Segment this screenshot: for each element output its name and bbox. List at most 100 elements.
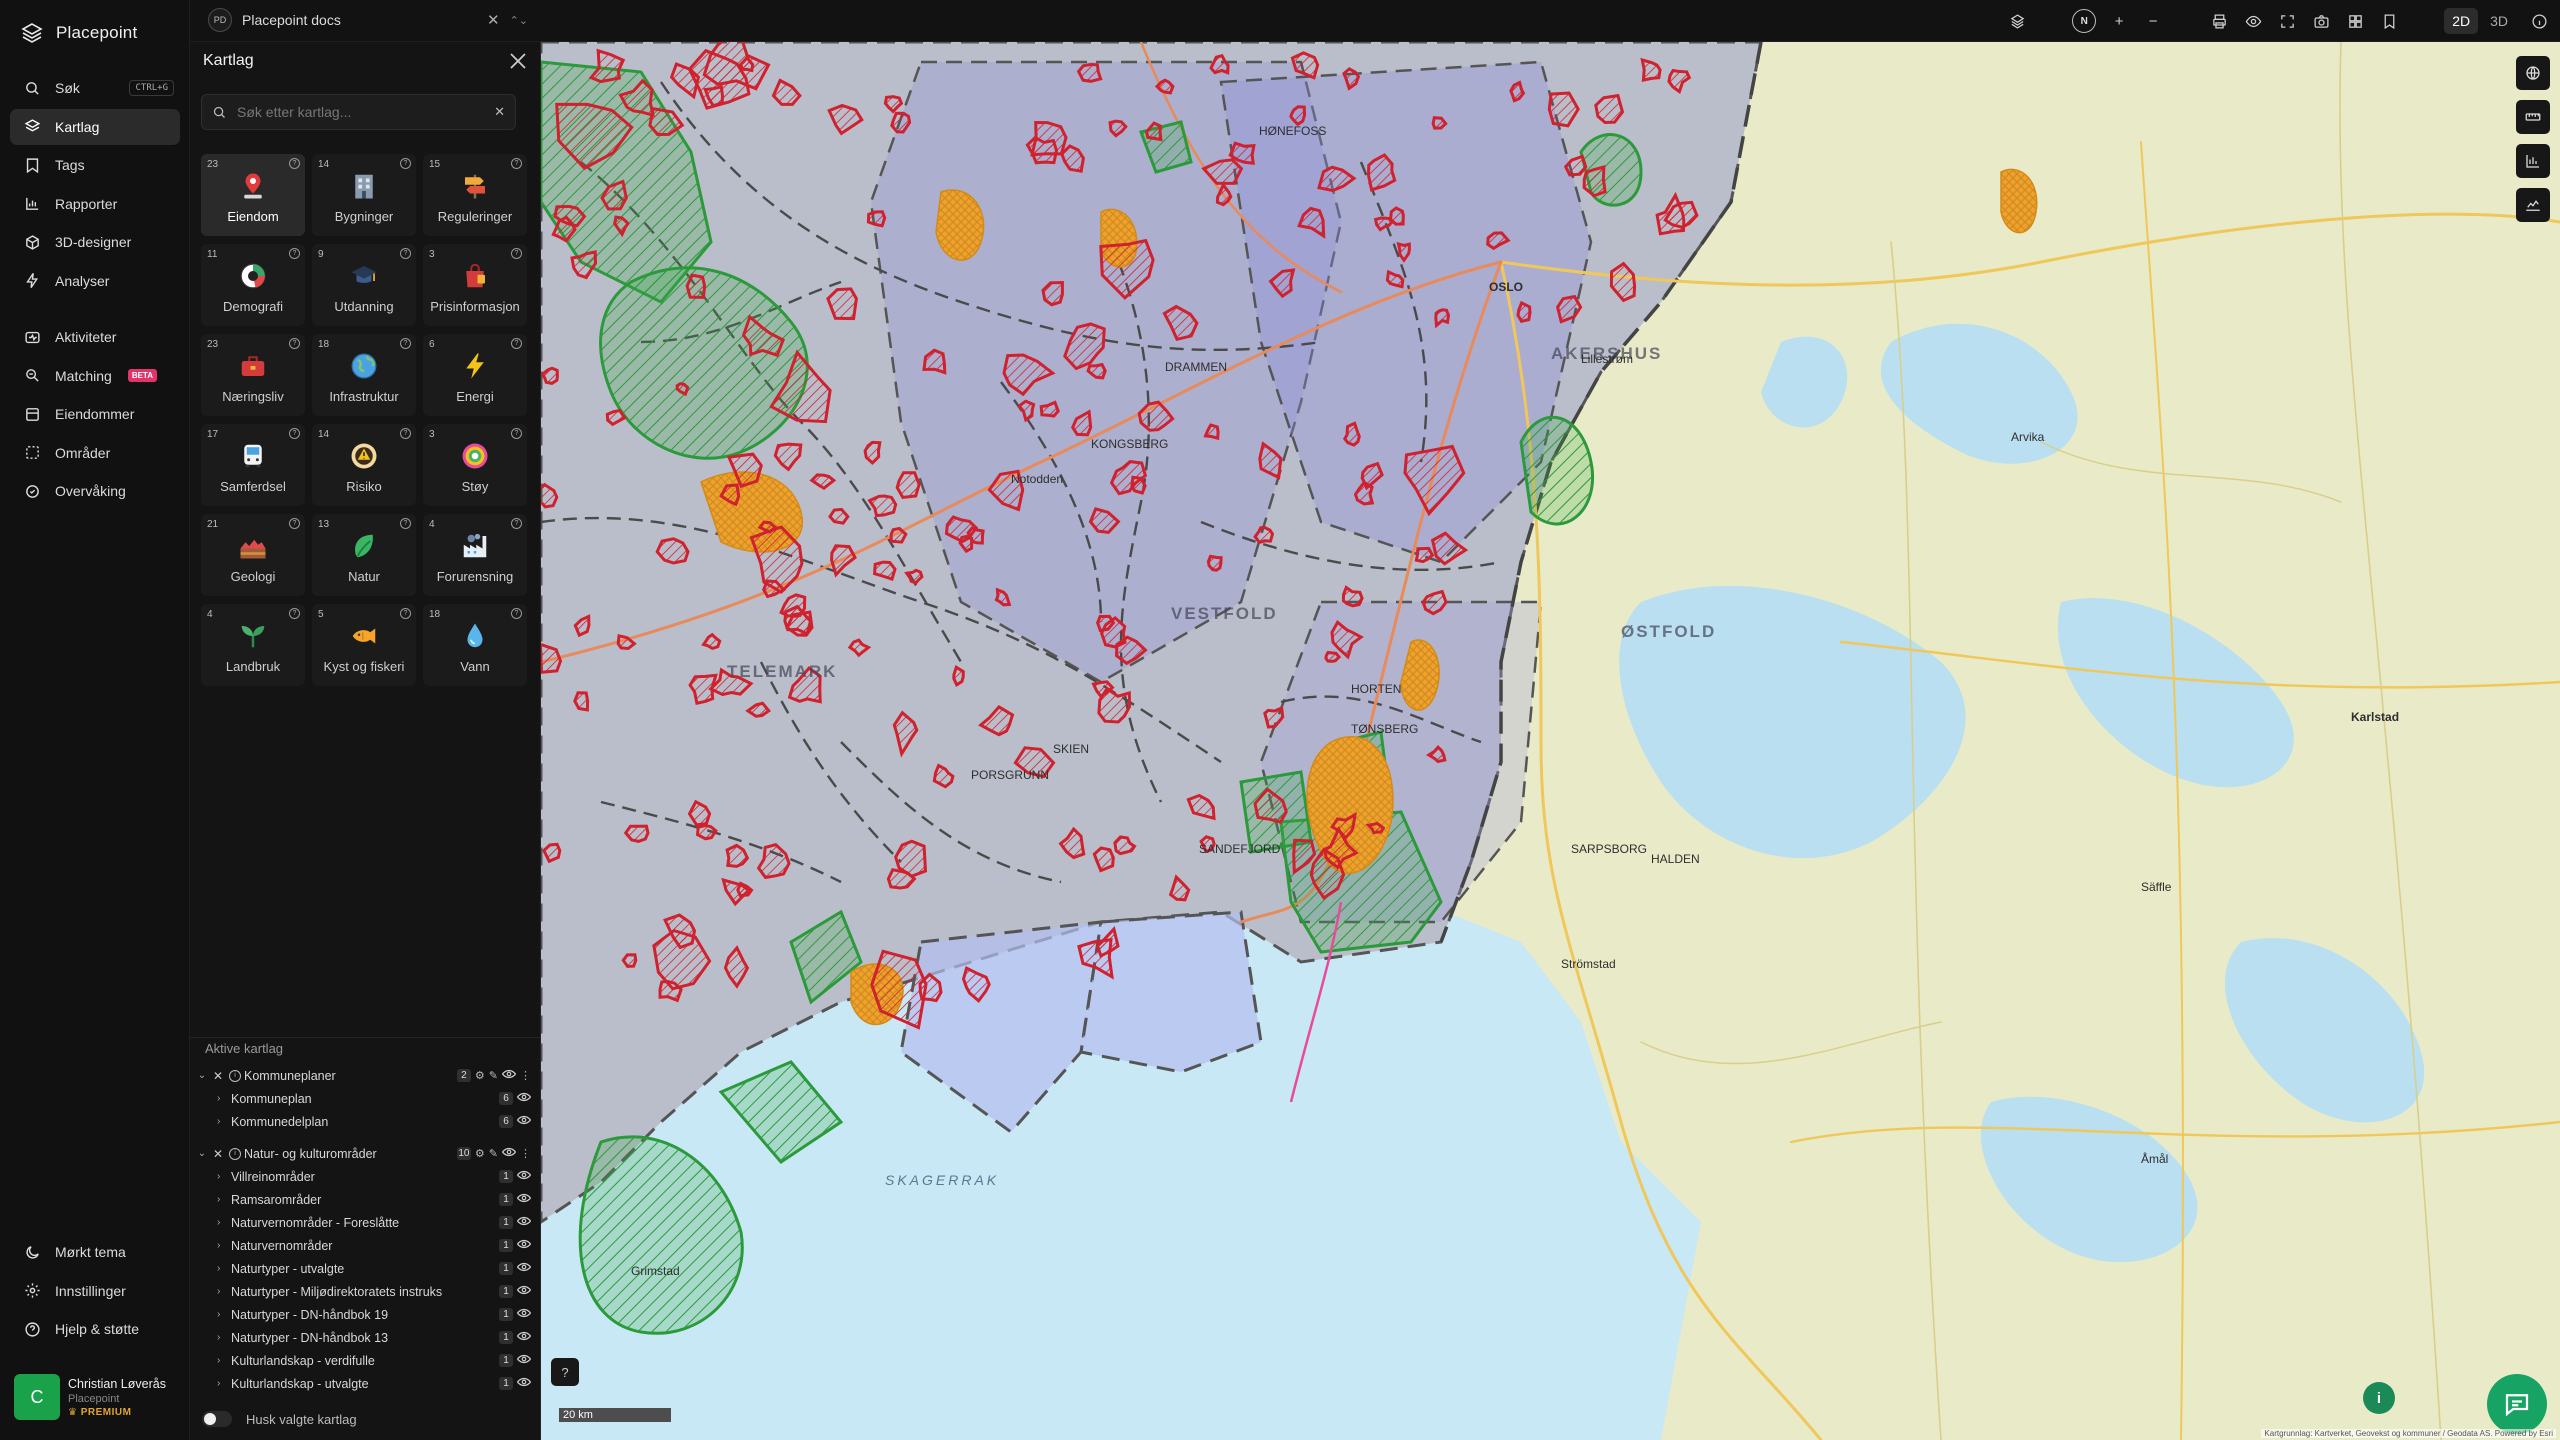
nav-item-rapporter[interactable]: Rapporter: [10, 186, 180, 222]
nav-item-3d-designer[interactable]: 3D-designer: [10, 224, 180, 260]
view-3d-button[interactable]: 3D: [2482, 8, 2516, 34]
layer-row[interactable]: › Naturvernområder 1: [190, 1234, 541, 1257]
eye-icon[interactable]: [516, 1092, 532, 1105]
category-tile-geologi[interactable]: 21? Geologi: [201, 514, 305, 596]
category-tile-prisinformasjon[interactable]: 3? Prisinformasjon: [423, 244, 527, 326]
layer-row[interactable]: › Kulturlandskap - verdifulle 1: [190, 1349, 541, 1372]
eye-icon[interactable]: [516, 1377, 532, 1390]
help-icon[interactable]: ?: [511, 608, 522, 619]
elevation-icon[interactable]: [2516, 188, 2550, 222]
nav-item-kartlag[interactable]: Kartlag: [10, 108, 180, 145]
user-card[interactable]: C Christian Løverås Placepoint ♛ PREMIUM: [14, 1370, 180, 1424]
info-icon[interactable]: [2528, 10, 2550, 32]
nav-item-dark-theme[interactable]: Mørkt tema: [10, 1234, 180, 1270]
layer-row[interactable]: › Naturtyper - DN-håndbok 19 1: [190, 1303, 541, 1326]
chevron-down-icon[interactable]: ⌄: [195, 1148, 209, 1159]
eye-icon[interactable]: [516, 1170, 532, 1183]
clear-icon[interactable]: ✕: [494, 104, 505, 120]
category-tile-eiendom[interactable]: 23? Eiendom: [201, 154, 305, 236]
nav-item-help[interactable]: Hjelp & støtte: [10, 1311, 180, 1347]
close-icon[interactable]: [506, 49, 530, 73]
category-tile-kyst-og-fiskeri[interactable]: 5? Kyst og fiskeri: [312, 604, 416, 686]
help-icon[interactable]: ?: [400, 608, 411, 619]
toggle-switch[interactable]: [202, 1411, 232, 1427]
chevron-right-icon[interactable]: ›: [217, 1217, 231, 1228]
view-2d-button[interactable]: 2D: [2444, 8, 2479, 34]
help-icon[interactable]: ?: [289, 608, 300, 619]
zoom-out-icon[interactable]: −: [2142, 10, 2164, 32]
camera-icon[interactable]: [2310, 10, 2332, 32]
help-icon[interactable]: ?: [289, 428, 300, 439]
fullscreen-icon[interactable]: [2276, 10, 2298, 32]
chevron-updown-icon[interactable]: ⌃⌄: [510, 14, 528, 27]
chevron-right-icon[interactable]: ›: [217, 1309, 231, 1320]
layer-row[interactable]: › Ramsarområder 1: [190, 1188, 541, 1211]
chevron-right-icon[interactable]: ›: [217, 1286, 231, 1297]
grid-icon[interactable]: [2344, 10, 2366, 32]
category-tile-vann[interactable]: 18? Vann: [423, 604, 527, 686]
north-compass-icon[interactable]: N: [2072, 9, 2097, 33]
remove-icon[interactable]: ✕: [211, 1147, 225, 1161]
eye-icon[interactable]: [501, 1147, 517, 1160]
basemap-icon[interactable]: [2516, 56, 2550, 90]
category-tile-reguleringer[interactable]: 15? Reguleringer: [423, 154, 527, 236]
layer-row[interactable]: › Naturtyper - Miljødirektoratets instruk…: [190, 1280, 541, 1303]
statistics-icon[interactable]: [2516, 144, 2550, 178]
help-icon[interactable]: ?: [400, 338, 411, 349]
eye-icon[interactable]: [516, 1331, 532, 1344]
help-icon[interactable]: ?: [511, 428, 522, 439]
help-icon[interactable]: ?: [289, 518, 300, 529]
chevron-right-icon[interactable]: ›: [217, 1378, 231, 1389]
layer-row[interactable]: › Naturvernområder - Foreslåtte 1: [190, 1211, 541, 1234]
category-tile-forurensning[interactable]: 4? Forurensning: [423, 514, 527, 596]
chevron-right-icon[interactable]: ›: [217, 1171, 231, 1182]
zoom-in-icon[interactable]: +: [2108, 10, 2130, 32]
more-icon[interactable]: ⋮: [520, 1147, 531, 1160]
eye-icon[interactable]: [2242, 10, 2264, 32]
nav-item-eiendommer[interactable]: Eiendommer: [10, 396, 180, 432]
print-icon[interactable]: [2208, 10, 2230, 32]
nav-item-sok[interactable]: Søk CTRL+G: [10, 70, 180, 106]
chevron-right-icon[interactable]: ›: [217, 1194, 231, 1205]
map-canvas[interactable]: VESTFOLD AKERSHUS ØSTFOLD TELEMARK SKAGE…: [541, 42, 2560, 1440]
chevron-down-icon[interactable]: ⌄: [195, 1070, 209, 1081]
remove-icon[interactable]: ✕: [211, 1069, 225, 1083]
brand[interactable]: Placepoint: [20, 18, 137, 48]
help-icon[interactable]: ?: [289, 158, 300, 169]
help-icon[interactable]: ?: [511, 338, 522, 349]
nav-item-aktiviteter[interactable]: Aktiviteter: [10, 319, 180, 355]
layer-row[interactable]: › Villreinområder 1: [190, 1165, 541, 1188]
nav-item-matching[interactable]: Matching BETA: [10, 358, 180, 394]
layer-row[interactable]: › Naturtyper - utvalgte 1: [190, 1257, 541, 1280]
help-icon[interactable]: ?: [511, 248, 522, 259]
nav-item-omrader[interactable]: Områder: [10, 435, 180, 471]
remember-layers-toggle[interactable]: Husk valgte kartlag: [202, 1411, 357, 1427]
category-tile-risiko[interactable]: 14? Risiko: [312, 424, 416, 506]
settings-icon[interactable]: ⚙: [475, 1069, 485, 1082]
chevron-right-icon[interactable]: ›: [217, 1093, 231, 1104]
map-info-icon[interactable]: i: [2363, 1382, 2395, 1414]
more-icon[interactable]: ⋮: [520, 1069, 531, 1082]
layer-row[interactable]: › Kommuneplan 6: [190, 1087, 541, 1110]
eye-icon[interactable]: [516, 1239, 532, 1252]
help-icon[interactable]: ?: [511, 158, 522, 169]
eye-icon[interactable]: [516, 1308, 532, 1321]
eye-icon[interactable]: [516, 1285, 532, 1298]
help-icon[interactable]: ?: [289, 338, 300, 349]
category-tile-landbruk[interactable]: 4? Landbruk: [201, 604, 305, 686]
category-tile-infrastruktur[interactable]: 18? Infrastruktur: [312, 334, 416, 416]
help-icon[interactable]: ?: [400, 248, 411, 259]
category-tile-utdanning[interactable]: 9? Utdanning: [312, 244, 416, 326]
chat-icon[interactable]: [2487, 1374, 2547, 1434]
eye-icon[interactable]: [516, 1262, 532, 1275]
chevron-right-icon[interactable]: ›: [217, 1332, 231, 1343]
chevron-right-icon[interactable]: ›: [217, 1263, 231, 1274]
bookmark-icon[interactable]: [2378, 10, 2400, 32]
category-tile-samferdsel[interactable]: 17? Samferdsel: [201, 424, 305, 506]
help-icon[interactable]: ?: [400, 518, 411, 529]
layer-group-row[interactable]: ⌄ ✕ i Natur- og kulturområder 10 ⚙ ✎ ⋮: [190, 1142, 541, 1165]
search-input[interactable]: [237, 104, 485, 120]
edit-icon[interactable]: ✎: [489, 1147, 498, 1160]
measure-icon[interactable]: [2516, 100, 2550, 134]
edit-icon[interactable]: ✎: [489, 1069, 498, 1082]
